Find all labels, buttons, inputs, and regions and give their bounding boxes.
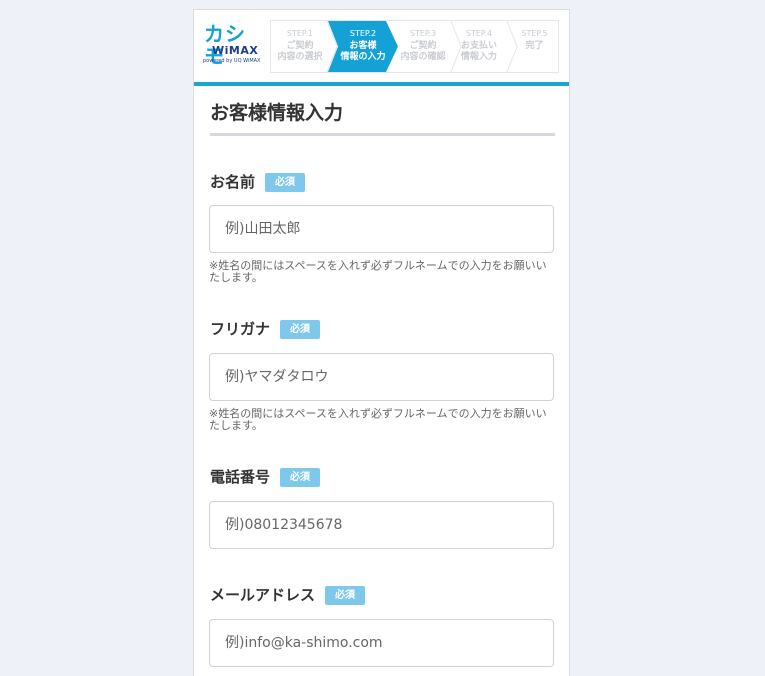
name-note: ※姓名の間にはスペースを入れず必ずフルネームでの入力をお願いいたします。 bbox=[209, 259, 547, 284]
logo-sub-text: WiMAX bbox=[212, 44, 259, 57]
phone-label: 電話番号 bbox=[210, 468, 271, 486]
email-input[interactable] bbox=[209, 619, 554, 667]
step-1-line2: 内容の選択 bbox=[277, 52, 323, 62]
email-label-row: メールアドレス 必須 bbox=[210, 585, 366, 605]
step-4-line2: 情報入力 bbox=[460, 52, 497, 62]
furigana-label-row: フリガナ 必須 bbox=[210, 319, 321, 339]
step-4-num: STEP.4 bbox=[465, 29, 493, 38]
step-2-line1: お客様 bbox=[349, 41, 377, 51]
name-label: お名前 bbox=[210, 173, 256, 191]
required-badge: 必須 bbox=[325, 585, 366, 605]
email-label: メールアドレス bbox=[210, 586, 316, 604]
step-1: STEP.1 ご契約 内容の選択 bbox=[271, 21, 337, 72]
name-input[interactable] bbox=[209, 205, 554, 253]
required-badge: 必須 bbox=[265, 172, 306, 192]
required-badge: 必須 bbox=[280, 467, 321, 487]
step-3-num: STEP.3 bbox=[409, 29, 437, 38]
step-2-num: STEP.2 bbox=[349, 29, 377, 38]
step-5-num: STEP.5 bbox=[521, 29, 548, 38]
step-3-line2: 内容の確認 bbox=[400, 52, 446, 62]
step-progress: STEP.1 ご契約 内容の選択 STEP.2 お客様 情報の入力 STEP.3… bbox=[270, 20, 559, 73]
form-card: カシモ WiMAX powered by UQ WiMAX STEP.1 ご契約… bbox=[193, 9, 570, 676]
furigana-note: ※姓名の間にはスペースを入れず必ずフルネームでの入力をお願いいたします。 bbox=[209, 407, 547, 432]
step-3: STEP.3 ご契約 内容の確認 bbox=[395, 21, 462, 72]
step-5-line1: 完了 bbox=[525, 41, 544, 51]
step-5: STEP.5 完了 bbox=[511, 21, 558, 72]
step-2-active: STEP.2 お客様 情報の入力 bbox=[328, 21, 398, 72]
phone-label-row: 電話番号 必須 bbox=[210, 467, 321, 487]
step-4-line1: お支払い bbox=[460, 41, 497, 51]
phone-input[interactable] bbox=[209, 501, 554, 549]
step-1-line1: ご契約 bbox=[286, 41, 314, 51]
step-3-line1: ご契約 bbox=[409, 41, 437, 51]
brand-logo[interactable]: カシモ WiMAX powered by UQ WiMAX bbox=[202, 23, 264, 67]
step-1-num: STEP.1 bbox=[286, 29, 314, 38]
furigana-input[interactable] bbox=[209, 353, 554, 401]
page-title: お客様情報入力 bbox=[210, 101, 555, 136]
step-4: STEP.4 お支払い 情報入力 bbox=[451, 21, 518, 72]
header: カシモ WiMAX powered by UQ WiMAX STEP.1 ご契約… bbox=[194, 10, 569, 86]
furigana-label: フリガナ bbox=[210, 320, 271, 338]
name-label-row: お名前 必須 bbox=[210, 172, 306, 192]
step-2-line2: 情報の入力 bbox=[340, 52, 386, 62]
required-badge: 必須 bbox=[280, 319, 321, 339]
logo-tiny-text: powered by UQ WiMAX bbox=[203, 58, 261, 64]
